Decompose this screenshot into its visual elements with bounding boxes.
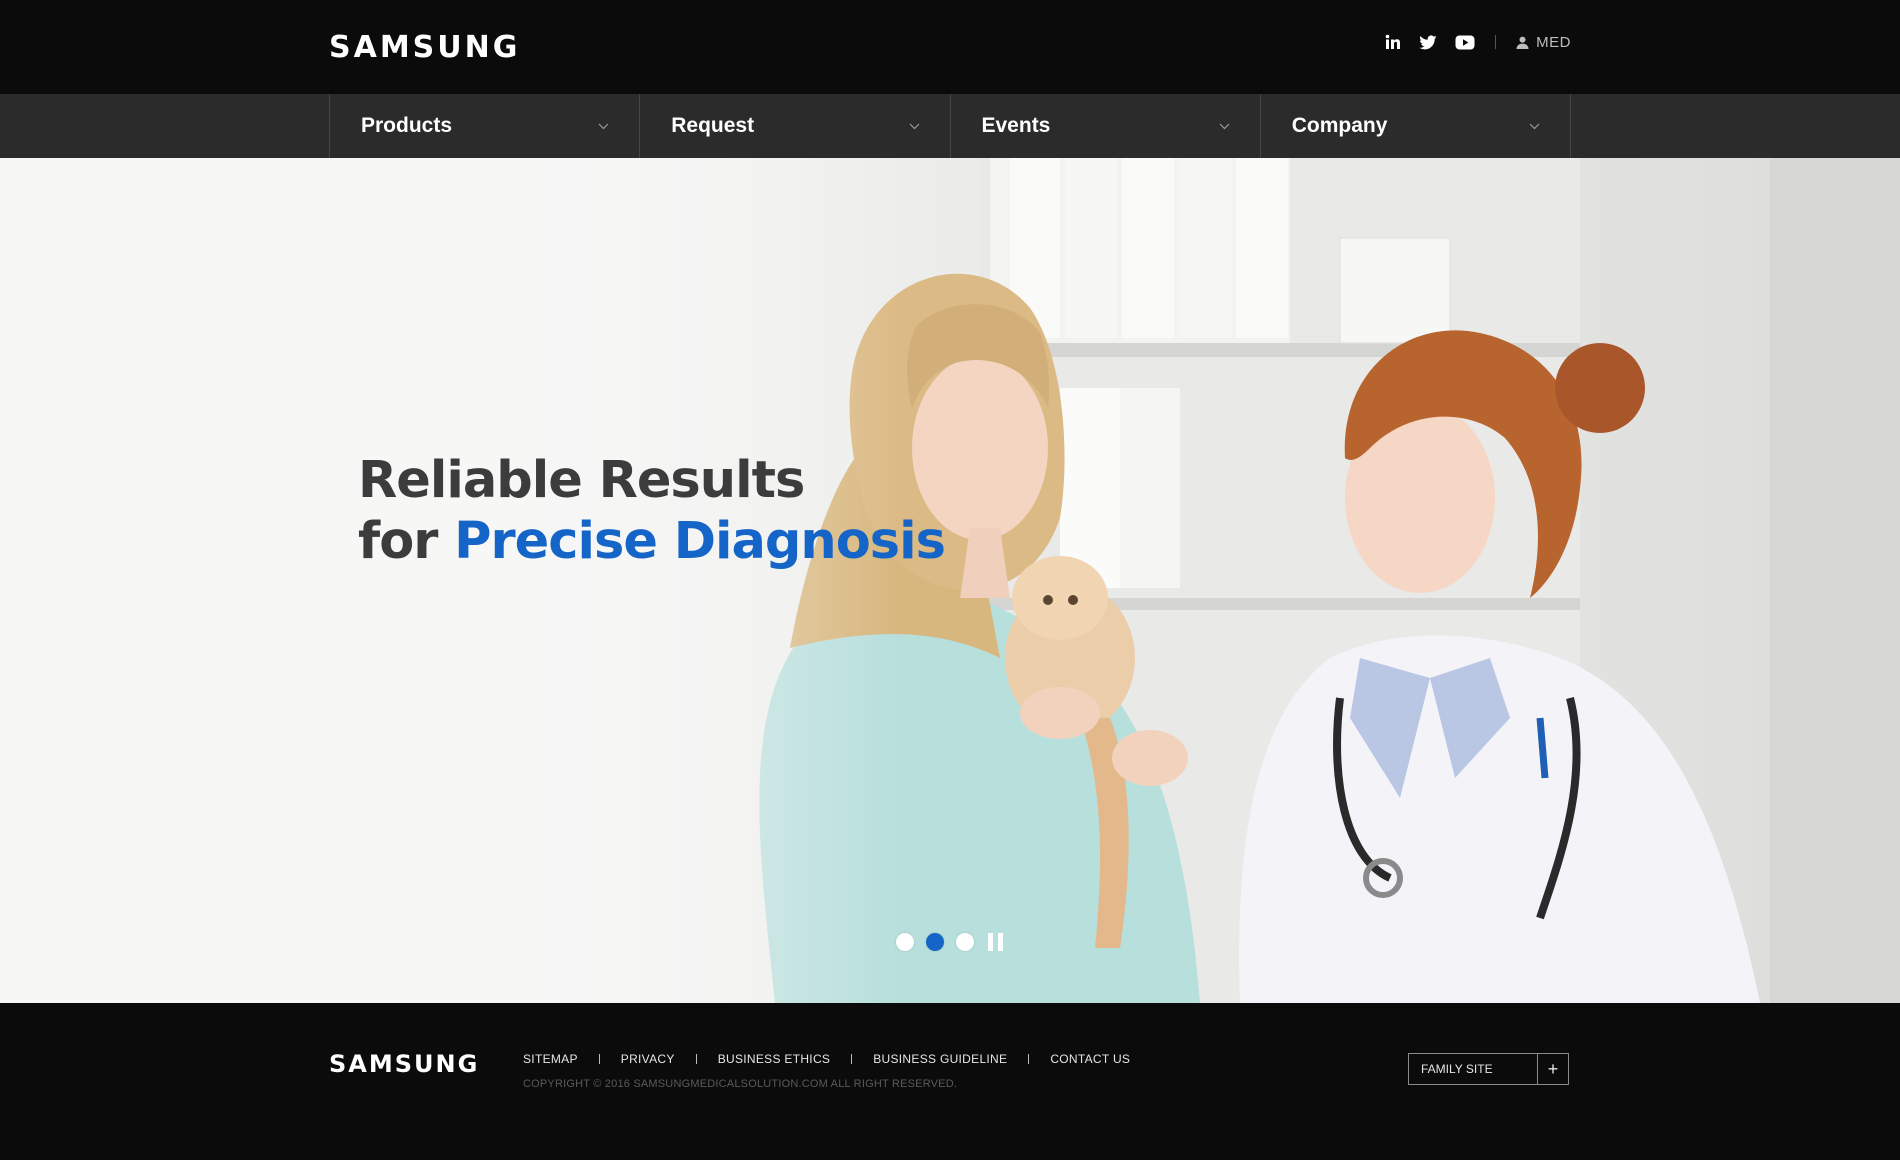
- hero-headline: Reliable Results for Precise Diagnosis: [358, 450, 946, 572]
- family-site-select[interactable]: FAMILY SITE +: [1408, 1053, 1569, 1085]
- nav-item-request[interactable]: Request: [640, 94, 951, 158]
- header-utility: MED: [1385, 30, 1571, 54]
- header: SAMSUNG MED: [0, 0, 1900, 94]
- divider: [1028, 1054, 1030, 1064]
- nav-item-company[interactable]: Company: [1261, 94, 1571, 158]
- plus-icon: +: [1537, 1054, 1568, 1084]
- nav-item-label: Products: [361, 114, 453, 137]
- footer-samsung-logo[interactable]: SAMSUNG: [329, 1050, 479, 1078]
- pause-icon[interactable]: [988, 933, 1004, 951]
- footer-link-sitemap[interactable]: SITEMAP: [523, 1052, 578, 1066]
- nav-item-label: Company: [1291, 114, 1388, 137]
- headline-prefix: for: [358, 512, 438, 571]
- chevron-down-icon: [1529, 123, 1540, 129]
- headline-line2: for Precise Diagnosis: [358, 511, 946, 572]
- footer-link-business-ethics[interactable]: BUSINESS ETHICS: [718, 1052, 831, 1066]
- chevron-down-icon: [909, 123, 919, 129]
- chevron-down-icon: [1219, 123, 1230, 129]
- slide-dot-3[interactable]: [956, 933, 974, 951]
- copyright-text: COPYRIGHT © 2016 SAMSUNGMEDICALSOLUTION.…: [523, 1078, 958, 1090]
- footer-link-business-guideline[interactable]: BUSINESS GUIDELINE: [873, 1052, 1007, 1066]
- user-menu[interactable]: MED: [1516, 34, 1571, 51]
- nav-item-products[interactable]: Products: [330, 94, 641, 158]
- divider: [851, 1054, 853, 1064]
- linkedin-icon[interactable]: [1385, 31, 1401, 53]
- nav-item-events[interactable]: Events: [951, 94, 1261, 158]
- hero-banner: Reliable Results for Precise Diagnosis: [0, 158, 1900, 1003]
- family-site-label: FAMILY SITE: [1421, 1062, 1493, 1076]
- hero-text-backdrop: [0, 158, 900, 1003]
- youtube-icon[interactable]: [1455, 31, 1475, 53]
- nav-item-label: Events: [981, 114, 1051, 137]
- main-nav: Products Request Events Company: [0, 94, 1900, 158]
- divider: [598, 1054, 600, 1064]
- slide-dot-1[interactable]: [896, 933, 914, 951]
- chevron-down-icon: [598, 123, 609, 129]
- footer-link-contact-us[interactable]: CONTACT US: [1050, 1052, 1130, 1066]
- user-icon: [1516, 36, 1529, 49]
- footer-link-privacy[interactable]: PRIVACY: [621, 1052, 675, 1066]
- slider-controls: [896, 933, 1004, 951]
- headline-line1: Reliable Results: [358, 451, 805, 510]
- footer: SAMSUNG SITEMAP PRIVACY BUSINESS ETHICS …: [0, 1003, 1900, 1160]
- twitter-icon[interactable]: [1419, 31, 1437, 53]
- user-label: MED: [1536, 33, 1571, 51]
- samsung-logo[interactable]: SAMSUNG: [329, 30, 520, 65]
- slide-dot-2[interactable]: [926, 933, 944, 951]
- headline-accent: Precise Diagnosis: [454, 512, 946, 571]
- nav-item-label: Request: [671, 114, 755, 137]
- divider: [695, 1054, 697, 1064]
- divider: [1495, 35, 1497, 49]
- footer-links: SITEMAP PRIVACY BUSINESS ETHICS BUSINESS…: [523, 1052, 1130, 1066]
